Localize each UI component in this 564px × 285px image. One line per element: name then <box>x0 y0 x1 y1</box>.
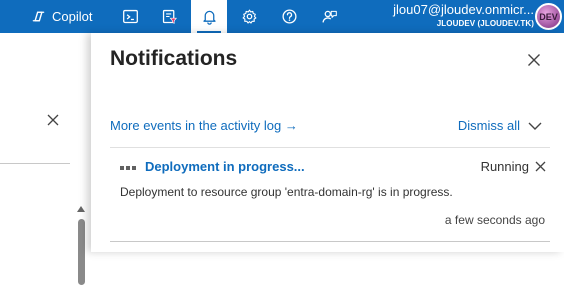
chevron-down-icon[interactable] <box>528 121 542 131</box>
page-title: Notifications <box>110 47 238 70</box>
notifications-bell-icon <box>202 10 216 25</box>
activity-log-link[interactable]: More events in the activity log → <box>110 118 298 133</box>
arrow-right-icon: → <box>284 118 298 133</box>
dismiss-all-button[interactable]: Dismiss all <box>458 118 542 133</box>
scroll-up-arrow[interactable] <box>77 206 85 212</box>
notification-item[interactable]: Deployment in progress... Running Deploy… <box>110 152 550 238</box>
account-menu[interactable]: jlou07@jloudev.onmicr... JLOUDEV (JLOUDE… <box>393 2 534 30</box>
notifications-panel: Notifications More events in the activit… <box>91 33 564 252</box>
top-bar: Copilot jlou07@jloudev.onmicr... JLOUDEV… <box>0 0 564 33</box>
progress-dots-icon <box>120 166 136 170</box>
close-icon[interactable] <box>46 113 60 127</box>
copilot-button[interactable]: Copilot <box>30 0 92 33</box>
dismiss-all-label: Dismiss all <box>457 118 520 133</box>
close-panel-icon[interactable] <box>527 53 541 67</box>
tenant-name: JLOUDEV (JLOUDEV.TK) <box>436 19 534 28</box>
divider <box>110 241 550 242</box>
directory-filter-icon <box>162 9 177 24</box>
status-badge: Running <box>481 159 546 174</box>
cloud-shell-icon <box>122 9 138 24</box>
panel-actions: More events in the activity log → Dismis… <box>110 118 542 136</box>
avatar[interactable]: DEV <box>535 3 562 30</box>
scrollbar-thumb[interactable] <box>78 219 85 285</box>
settings-button[interactable] <box>231 0 267 33</box>
background-blade <box>0 33 91 285</box>
cloud-shell-button[interactable] <box>112 0 148 33</box>
divider <box>110 147 550 148</box>
notification-title[interactable]: Deployment in progress... <box>145 159 305 174</box>
help-icon <box>281 9 297 24</box>
divider <box>0 163 70 164</box>
notifications-button[interactable] <box>191 0 227 33</box>
activity-log-label: More events in the activity log <box>110 118 282 133</box>
feedback-icon <box>321 10 337 23</box>
status-label: Running <box>480 159 529 174</box>
avatar-text: DEV <box>539 11 558 22</box>
user-email: jlou07@jloudev.onmicr... <box>393 2 534 17</box>
copilot-icon <box>32 11 45 22</box>
notification-time: a few seconds ago <box>444 213 545 227</box>
notification-message: Deployment to resource group 'entra-doma… <box>120 185 453 199</box>
feedback-button[interactable] <box>311 0 347 33</box>
copilot-label: Copilot <box>52 9 93 24</box>
settings-gear-icon <box>242 9 256 24</box>
help-button[interactable] <box>271 0 307 33</box>
dismiss-notification-icon[interactable] <box>535 161 546 172</box>
directory-filter-button[interactable] <box>151 0 187 33</box>
